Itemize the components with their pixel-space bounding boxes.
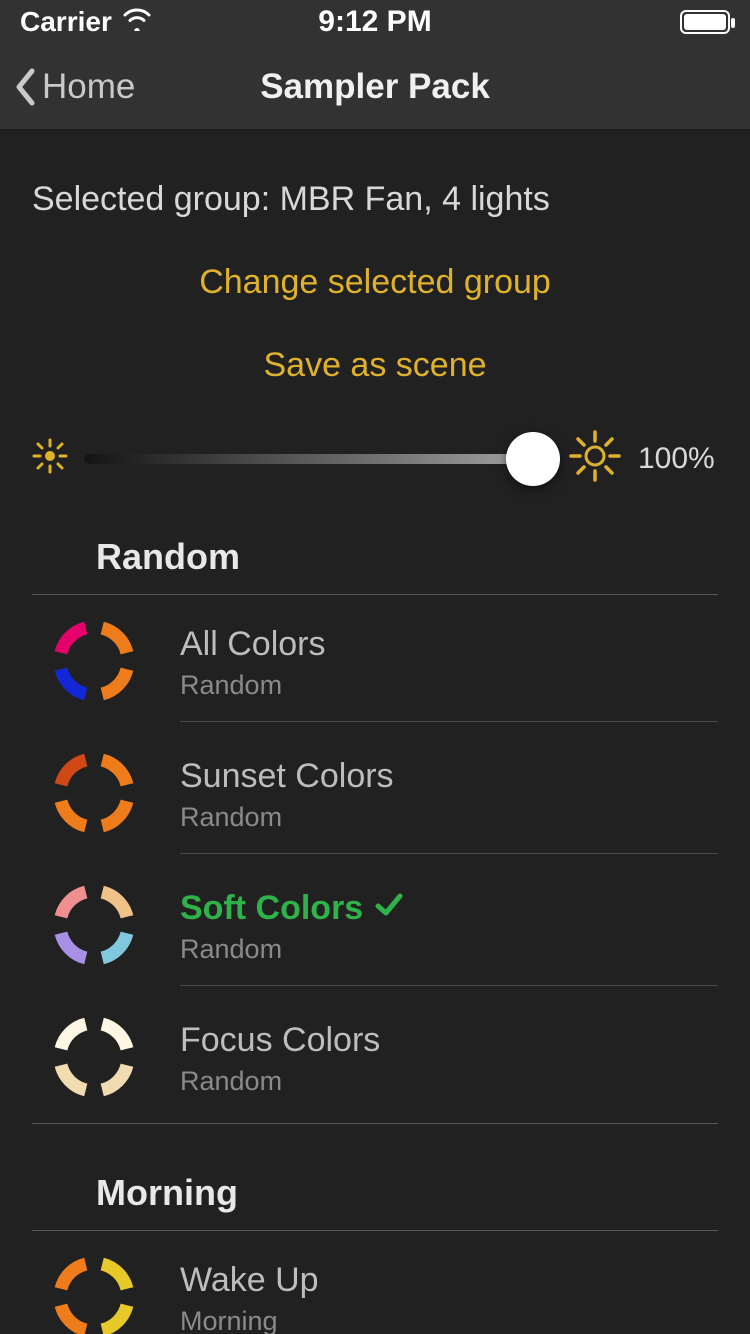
selected-group-label: Selected group: MBR Fan, 4 lights — [0, 130, 750, 219]
brightness-row: 100% — [0, 385, 750, 488]
scene-row[interactable]: Wake Up Morning — [32, 1231, 718, 1334]
scene-title: Wake Up — [180, 1261, 718, 1300]
status-bar: Carrier 9:12 PM — [0, 0, 750, 44]
scene-row-text: Wake Up Morning — [180, 1257, 718, 1334]
color-ring-icon — [48, 1251, 140, 1334]
scene-subtitle: Random — [180, 934, 718, 965]
chevron-left-icon — [14, 68, 36, 106]
back-button[interactable]: Home — [0, 67, 135, 107]
scene-subtitle: Random — [180, 670, 718, 701]
content: Selected group: MBR Fan, 4 lights Change… — [0, 130, 750, 1334]
wifi-icon — [122, 6, 152, 38]
scene-title: All Colors — [180, 625, 718, 664]
scene-title: Focus Colors — [180, 1021, 718, 1060]
color-ring-icon — [48, 879, 140, 971]
sections-list: Random All Colors Random Sunset Colors Ran… — [0, 488, 750, 1334]
section-list: Wake UpMorning BreakfastMorning — [0, 1231, 750, 1334]
scene-row-text: All Colors Random — [180, 621, 718, 722]
check-icon — [375, 889, 403, 928]
scene-row-text: Focus Colors Random — [180, 1017, 718, 1117]
section: Random All Colors Random Sunset Colors Ran… — [0, 488, 750, 1124]
scene-subtitle: Morning — [180, 1306, 718, 1334]
status-right — [680, 10, 730, 34]
page-title: Sampler Pack — [260, 67, 490, 107]
section: Morning Wake UpMorning BreakfastMorning — [0, 1124, 750, 1334]
section-header: Morning — [32, 1172, 718, 1231]
brightness-value: 100% — [638, 442, 718, 476]
save-scene-button[interactable]: Save as scene — [0, 346, 750, 385]
carrier-label: Carrier — [20, 6, 112, 38]
status-left: Carrier — [20, 6, 152, 38]
scene-row[interactable]: All Colors Random — [32, 595, 718, 727]
scene-row[interactable]: Focus Colors Random — [32, 991, 718, 1123]
status-time: 9:12 PM — [318, 5, 431, 39]
brightness-high-icon — [568, 429, 622, 488]
brightness-low-icon — [32, 438, 68, 479]
back-label: Home — [42, 67, 135, 107]
brightness-slider[interactable] — [84, 454, 552, 464]
scene-row-text: Soft Colors Random — [180, 885, 718, 986]
scene-subtitle: Random — [180, 1066, 718, 1097]
change-group-button[interactable]: Change selected group — [0, 263, 750, 302]
scene-title: Soft Colors — [180, 889, 718, 928]
scene-row[interactable]: Soft Colors Random — [32, 859, 718, 991]
brightness-slider-thumb[interactable] — [506, 432, 560, 486]
scene-title: Sunset Colors — [180, 757, 718, 796]
battery-icon — [680, 10, 730, 34]
color-ring-icon — [48, 1011, 140, 1103]
color-ring-icon — [48, 747, 140, 839]
nav-bar: Home Sampler Pack — [0, 44, 750, 130]
scene-row-text: Sunset Colors Random — [180, 753, 718, 854]
scene-subtitle: Random — [180, 802, 718, 833]
section-list: All Colors Random Sunset Colors Random Sof… — [0, 595, 750, 1123]
color-ring-icon — [48, 615, 140, 707]
scene-row[interactable]: Sunset Colors Random — [32, 727, 718, 859]
section-header: Random — [32, 536, 718, 595]
